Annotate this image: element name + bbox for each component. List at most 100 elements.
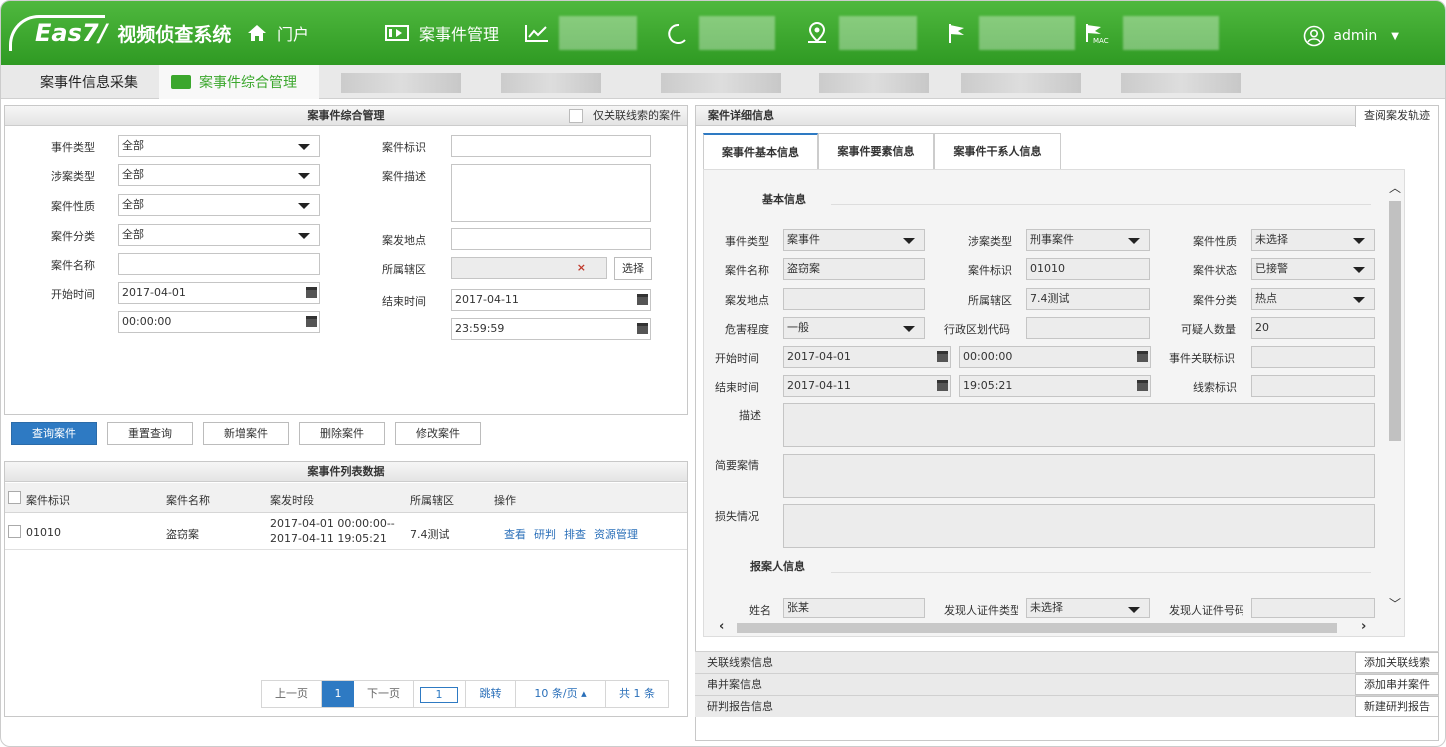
analysis-report-bar[interactable]: 研判报告信息 新建研判报告: [695, 695, 1439, 717]
resource-management-link[interactable]: 资源管理: [594, 528, 638, 541]
view-link[interactable]: 查看: [504, 528, 526, 541]
investigate-link[interactable]: 排查: [564, 528, 586, 541]
chevron-up-icon[interactable]: ︿: [1389, 179, 1401, 196]
district-input[interactable]: ×: [451, 257, 607, 279]
scrollbar-thumb[interactable]: [1389, 201, 1401, 441]
d-clue-id-input[interactable]: [1251, 375, 1375, 397]
start-date-input[interactable]: 2017-04-01: [118, 282, 320, 304]
d-admin-code-input[interactable]: [1026, 317, 1150, 339]
query-case-button[interactable]: 查询案件: [11, 422, 97, 445]
nav-item-mac[interactable]: MAC: [1085, 16, 1219, 50]
d-case-status-select[interactable]: 已接警: [1251, 258, 1375, 280]
d-location-input[interactable]: [783, 288, 925, 310]
select-all-checkbox[interactable]: [8, 491, 21, 504]
calendar-icon[interactable]: [306, 287, 317, 298]
add-linked-clue-button[interactable]: 添加关联线索: [1355, 652, 1439, 673]
blurred-tab[interactable]: [961, 73, 1081, 93]
case-name-input[interactable]: [118, 253, 320, 275]
modify-case-button[interactable]: 修改案件: [395, 422, 481, 445]
only-linked-filter[interactable]: 仅关联线索的案件: [569, 106, 681, 126]
goto-page-input[interactable]: 1: [420, 687, 458, 703]
d-end-clock-input[interactable]: 19:05:21: [959, 375, 1151, 397]
d-desc-textarea[interactable]: [783, 403, 1375, 447]
d-name-input[interactable]: 张某: [783, 598, 925, 618]
page-1-button[interactable]: 1: [322, 681, 354, 707]
column-header[interactable]: 案发时段: [270, 492, 314, 508]
tab-basic-info[interactable]: 案事件基本信息: [703, 133, 818, 170]
chevron-down-icon[interactable]: ﹀: [1389, 595, 1401, 612]
goto-button[interactable]: 跳转: [466, 681, 516, 707]
tab-related-person-info[interactable]: 案事件干系人信息: [934, 133, 1061, 169]
linked-clues-bar[interactable]: 关联线索信息 添加关联线索: [695, 651, 1439, 673]
tab-element-info[interactable]: 案事件要素信息: [818, 133, 934, 169]
calendar-icon[interactable]: [1137, 351, 1148, 362]
d-case-name-input[interactable]: 盗窃案: [783, 258, 925, 280]
nav-item-analytics[interactable]: [525, 16, 637, 50]
blurred-tab[interactable]: [1121, 73, 1241, 93]
calendar-icon[interactable]: [1137, 380, 1148, 391]
chevron-left-icon[interactable]: ‹: [719, 619, 724, 634]
column-header[interactable]: 案件标识: [26, 492, 70, 508]
calendar-icon[interactable]: [937, 351, 948, 362]
calendar-icon[interactable]: [306, 316, 317, 327]
case-desc-textarea[interactable]: [451, 164, 651, 222]
nav-item-phone[interactable]: [665, 16, 775, 50]
d-start-date-input[interactable]: 2017-04-01: [783, 346, 951, 368]
d-summary-textarea[interactable]: [783, 454, 1375, 498]
d-suspects-input[interactable]: 20: [1251, 317, 1375, 339]
horizontal-scrollbar[interactable]: ‹ ›: [705, 619, 1387, 635]
column-header[interactable]: 所属辖区: [410, 492, 454, 508]
d-finder-id-type-select[interactable]: 未选择: [1026, 598, 1150, 618]
row-checkbox[interactable]: [8, 525, 21, 538]
d-district-input[interactable]: 7.4测试: [1026, 288, 1150, 310]
d-start-clock-input[interactable]: 00:00:00: [959, 346, 1151, 368]
d-case-id-input[interactable]: 01010: [1026, 258, 1150, 280]
calendar-icon[interactable]: [637, 294, 648, 305]
event-type-select[interactable]: 全部: [118, 135, 320, 157]
nav-case-management[interactable]: 案事件管理: [385, 21, 499, 45]
d-harm-select[interactable]: 一般: [783, 317, 925, 339]
table-row[interactable]: 01010 盗窃案 2017-04-01 00:00:00-- 2017-04-…: [5, 514, 687, 550]
scrollbar-thumb[interactable]: [737, 623, 1337, 633]
tab-case-management[interactable]: 案事件综合管理: [159, 65, 319, 99]
analyze-link[interactable]: 研判: [534, 528, 556, 541]
chevron-right-icon[interactable]: ›: [1361, 619, 1366, 634]
nav-item-flag[interactable]: [947, 16, 1075, 50]
new-analysis-report-button[interactable]: 新建研判报告: [1355, 696, 1439, 717]
d-case-category-select[interactable]: 热点: [1251, 288, 1375, 310]
blurred-tab[interactable]: [501, 73, 601, 93]
prev-page-button[interactable]: 上一页: [262, 681, 322, 707]
case-id-input[interactable]: [451, 135, 651, 157]
location-input[interactable]: [451, 228, 651, 250]
next-page-button[interactable]: 下一页: [354, 681, 414, 707]
column-header[interactable]: 案件名称: [166, 492, 210, 508]
end-date-input[interactable]: 2017-04-11: [451, 289, 651, 311]
clear-icon[interactable]: ×: [577, 258, 586, 278]
d-event-type-select[interactable]: 案事件: [783, 229, 925, 251]
only-linked-checkbox[interactable]: [569, 109, 583, 123]
add-merged-case-button[interactable]: 添加串并案件: [1355, 674, 1439, 695]
case-category-select[interactable]: 全部: [118, 224, 320, 246]
calendar-icon[interactable]: [637, 323, 648, 334]
user-menu[interactable]: admin ▼: [1303, 25, 1399, 47]
blurred-tab[interactable]: [819, 73, 929, 93]
reset-query-button[interactable]: 重置查询: [107, 422, 193, 445]
d-case-nature-select[interactable]: 未选择: [1251, 229, 1375, 251]
vertical-scrollbar[interactable]: ︿ ﹀: [1387, 177, 1403, 621]
d-case-type-select[interactable]: 刑事案件: [1026, 229, 1150, 251]
d-finder-id-no-input[interactable]: [1251, 598, 1375, 618]
case-nature-select[interactable]: 全部: [118, 194, 320, 216]
merged-cases-bar[interactable]: 串并案信息 添加串并案件: [695, 673, 1439, 695]
nav-portal[interactable]: 门户: [247, 21, 309, 45]
add-case-button[interactable]: 新增案件: [203, 422, 289, 445]
d-event-link-input[interactable]: [1251, 346, 1375, 368]
case-type-select[interactable]: 全部: [118, 164, 320, 186]
page-size-select[interactable]: 10 条/页 ▴: [516, 681, 606, 707]
blurred-tab[interactable]: [661, 73, 781, 93]
blurred-tab[interactable]: [341, 73, 461, 93]
d-loss-textarea[interactable]: [783, 504, 1375, 548]
delete-case-button[interactable]: 删除案件: [299, 422, 385, 445]
nav-item-map[interactable]: [805, 16, 917, 50]
district-select-button[interactable]: 选择: [614, 257, 652, 280]
view-track-button[interactable]: 查阅案发轨迹: [1355, 106, 1438, 127]
